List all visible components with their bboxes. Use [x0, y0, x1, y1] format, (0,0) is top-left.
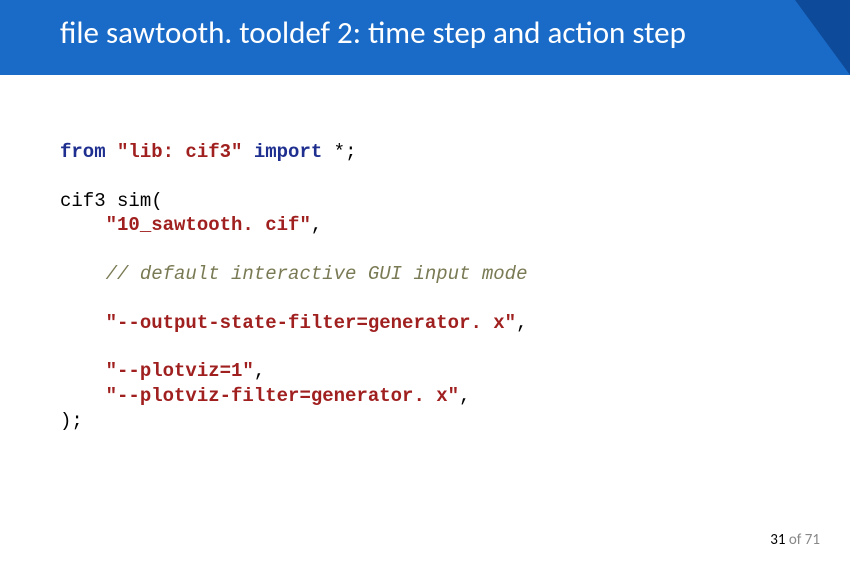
- blank-line: [60, 287, 527, 311]
- string-output-filter: "--output-state-filter=generator. x": [60, 312, 516, 334]
- comma-7: ,: [459, 385, 470, 407]
- comment-default-mode: // default interactive GUI input mode: [60, 263, 527, 285]
- code-line-5: "--output-state-filter=generator. x",: [60, 311, 527, 336]
- code-line-6: "--plotviz=1",: [60, 359, 527, 384]
- code-rest-1: *;: [322, 141, 356, 163]
- code-line-7: "--plotviz-filter=generator. x",: [60, 384, 527, 409]
- title-bar: file sawtooth. tooldef 2: time step and …: [0, 0, 850, 75]
- comma-5: ,: [516, 312, 527, 334]
- string-cif-file: "10_sawtooth. cif": [60, 214, 311, 236]
- string-lib: "lib: cif3": [117, 141, 242, 163]
- code-line-1: from "lib: cif3" import *;: [60, 140, 527, 165]
- code-line-4: // default interactive GUI input mode: [60, 262, 527, 287]
- page-number: 31 of 71: [770, 531, 820, 549]
- blank-line: [60, 335, 527, 359]
- code-line-3: "10_sawtooth. cif",: [60, 213, 527, 238]
- code-line-2: cif3 sim(: [60, 189, 527, 214]
- code-line-8: );: [60, 409, 527, 434]
- blank-line: [60, 238, 527, 262]
- string-plotviz: "--plotviz=1": [60, 360, 254, 382]
- comma-6: ,: [254, 360, 265, 382]
- keyword-import: import: [254, 141, 322, 163]
- page-of: of: [789, 531, 802, 549]
- page-current: 31: [770, 531, 785, 549]
- comma-3: ,: [311, 214, 322, 236]
- code-block: from "lib: cif3" import *; cif3 sim( "10…: [60, 140, 527, 434]
- keyword-from: from: [60, 141, 106, 163]
- blank-line: [60, 165, 527, 189]
- slide-title: file sawtooth. tooldef 2: time step and …: [60, 14, 790, 52]
- string-plotviz-filter: "--plotviz-filter=generator. x": [60, 385, 459, 407]
- page-total: 71: [805, 531, 820, 549]
